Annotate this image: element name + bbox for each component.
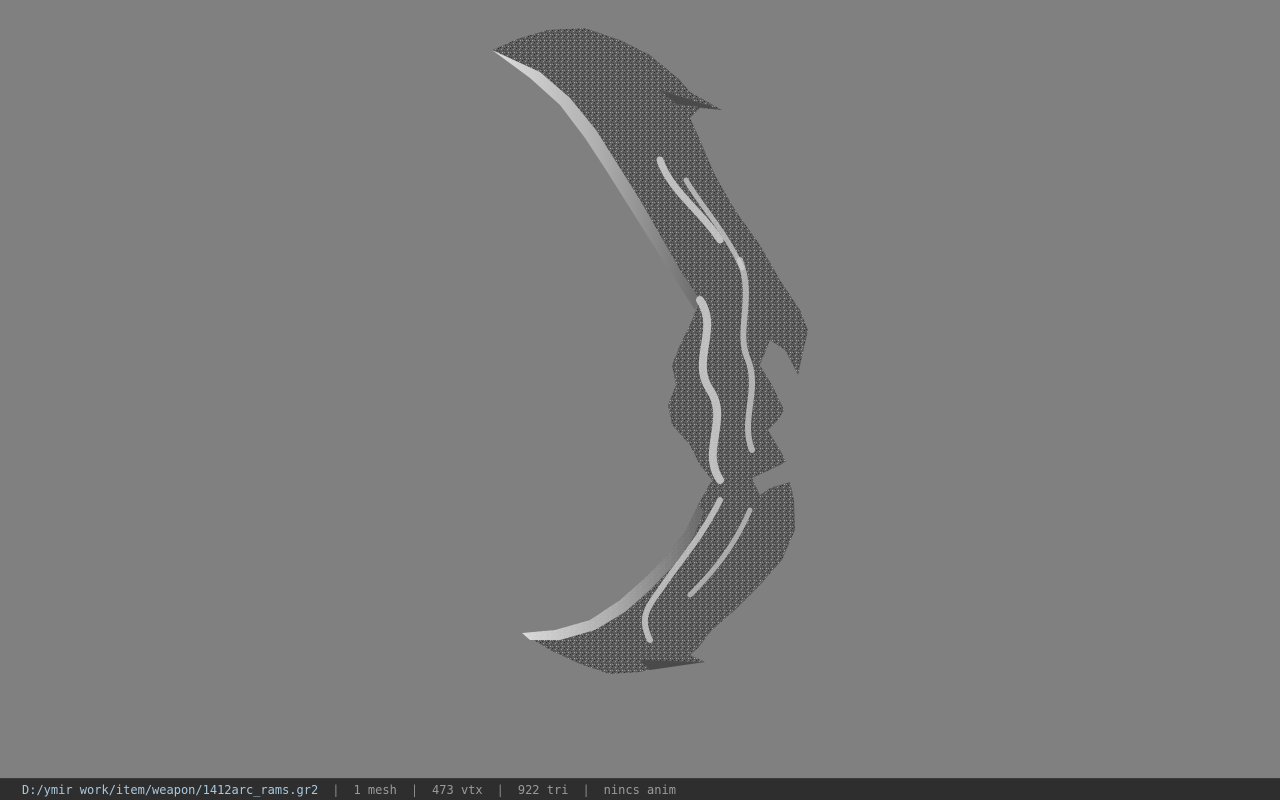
vertex-count: 473 vtx xyxy=(432,782,483,797)
status-bar: D:/ymir work/item/weapon/1412arc_rams.gr… xyxy=(0,778,1280,800)
bow-model[interactable] xyxy=(0,0,1280,778)
mesh-count: 1 mesh xyxy=(353,782,397,797)
separator: | xyxy=(332,782,340,797)
triangle-count: 922 tri xyxy=(517,782,569,797)
anim-status: nincs anim xyxy=(603,782,676,797)
3d-viewport[interactable] xyxy=(0,0,1280,778)
separator: | xyxy=(410,782,419,797)
separator: | xyxy=(496,782,504,797)
separator: | xyxy=(582,782,590,797)
file-path: D:/ymir work/item/weapon/1412arc_rams.gr… xyxy=(22,782,319,797)
